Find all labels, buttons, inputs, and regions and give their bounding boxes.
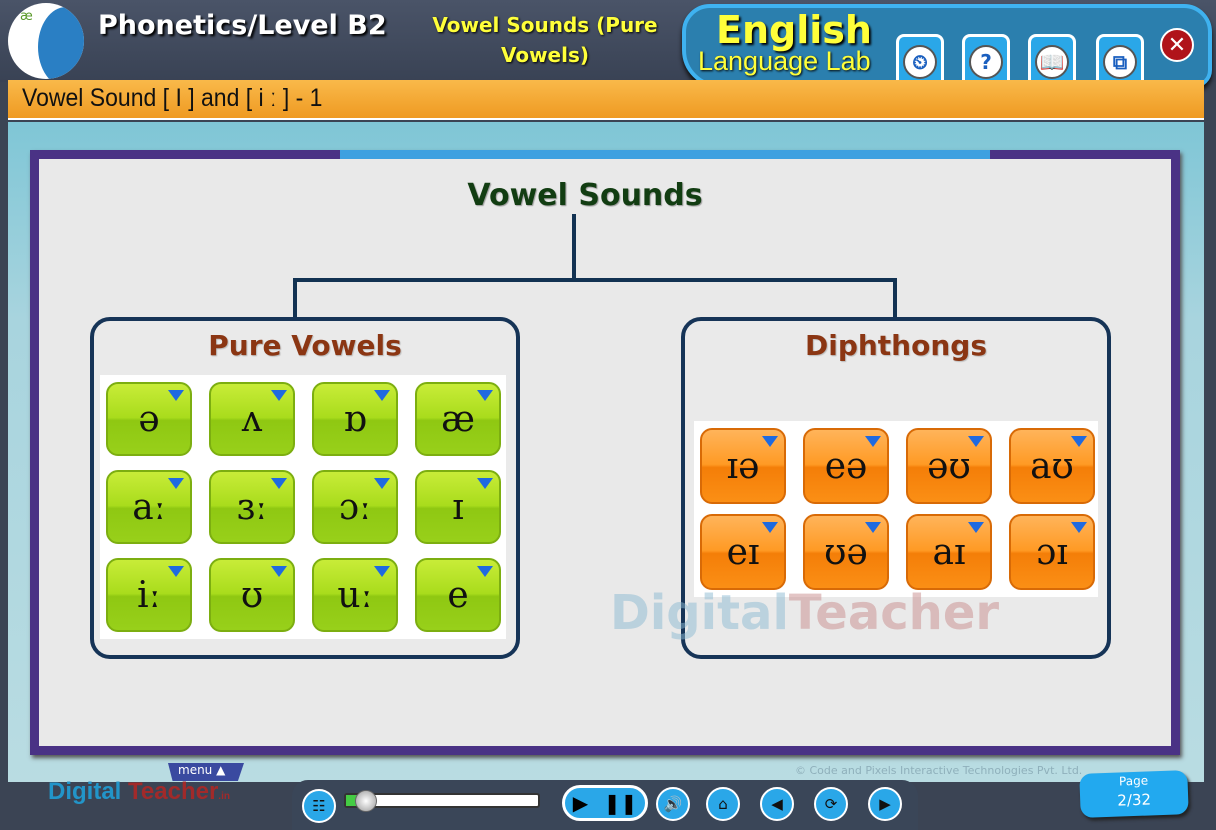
glossary-button[interactable]: 📖	[1028, 34, 1076, 86]
pure-vowel-key[interactable]: e	[415, 558, 501, 632]
lesson-title: Vowel Sound [ I ] and [ i ː ] - 1	[22, 84, 323, 112]
connector-line	[293, 278, 297, 320]
topic-title: Vowel Sounds (Pure Vowels)	[432, 13, 658, 67]
pure-vowel-key[interactable]: iː	[106, 558, 192, 632]
diphthongs-box: Diphthongs ɪə eə əʊ aʊ eɪ ʊə aɪ ɔɪ	[681, 317, 1111, 659]
lesson-bar: Vowel Sound [ I ] and [ i ː ] - 1	[8, 80, 1204, 120]
pure-vowel-key[interactable]: ʊ	[209, 558, 295, 632]
pure-vowels-box: Pure Vowels ə ʌ ɒ æ aː ɜː ɔː ɪ iː ʊ uː e	[90, 317, 520, 659]
diphthongs-grid: ɪə eə əʊ aʊ eɪ ʊə aɪ ɔɪ	[694, 421, 1098, 597]
brand-language-lab: Language Lab	[698, 46, 871, 76]
previous-button[interactable]: ◀	[760, 787, 794, 821]
phonetics-logo: æ	[8, 3, 84, 79]
pure-vowel-key[interactable]: aː	[106, 470, 192, 544]
pure-vowel-key[interactable]: ɜː	[209, 470, 295, 544]
pure-vowel-key[interactable]: ɒ	[312, 382, 398, 456]
history-button[interactable]: ⏲	[896, 34, 944, 86]
pure-vowels-title: Pure Vowels	[208, 329, 402, 362]
diphthong-key[interactable]: aɪ	[906, 514, 992, 590]
play-pause-button[interactable]: ▶ ❚❚	[562, 785, 648, 821]
play-icon: ▶	[572, 791, 589, 815]
replay-button[interactable]: ⟳	[814, 787, 848, 821]
pure-vowel-key[interactable]: ʌ	[209, 382, 295, 456]
help-icon: ?	[969, 44, 1003, 79]
resize-icon: ⧉	[1103, 44, 1137, 79]
pause-icon: ❚❚	[603, 791, 638, 815]
speaker-icon: 🔊	[663, 795, 683, 813]
connector-line	[572, 214, 576, 280]
pure-vowel-key[interactable]: ɪ	[415, 470, 501, 544]
tree-button[interactable]: ☷	[302, 789, 336, 823]
resize-button[interactable]: ⧉	[1096, 34, 1144, 86]
book-icon: 📖	[1035, 44, 1069, 79]
page-indicator: Page 2/32	[1079, 770, 1189, 818]
diphthong-key[interactable]: ɔɪ	[1009, 514, 1095, 590]
close-icon: ✕	[1167, 32, 1187, 58]
diphthong-key[interactable]: ɪə	[700, 428, 786, 504]
previous-icon: ◀	[771, 795, 783, 813]
copyright: © Code and Pixels Interactive Technologi…	[795, 764, 1085, 777]
close-button[interactable]: ✕	[1160, 28, 1194, 62]
home-button[interactable]: ⌂	[706, 787, 740, 821]
sitemap-icon: ☷	[312, 797, 326, 815]
diphthong-key[interactable]: ʊə	[803, 514, 889, 590]
pure-vowel-key[interactable]: uː	[312, 558, 398, 632]
page-number: 2/32	[1117, 790, 1152, 810]
pure-vowels-grid: ə ʌ ɒ æ aː ɜː ɔː ɪ iː ʊ uː e	[100, 375, 506, 639]
diphthong-key[interactable]: aʊ	[1009, 428, 1095, 504]
home-icon: ⌂	[718, 795, 728, 813]
progress-slider[interactable]	[344, 790, 540, 812]
pure-vowel-key[interactable]: æ	[415, 382, 501, 456]
pure-vowel-key[interactable]: ə	[106, 382, 192, 456]
menu-button[interactable]: menu ▲	[168, 763, 244, 781]
panel-accent	[340, 150, 990, 159]
diphthong-key[interactable]: eə	[803, 428, 889, 504]
digital-teacher-logo: Digital Teacher.in	[48, 778, 230, 805]
next-button[interactable]: ▶	[868, 787, 902, 821]
folder-clock-icon: ⏲	[903, 44, 937, 79]
breadcrumb: Phonetics/Level B2	[98, 10, 387, 41]
replay-icon: ⟳	[824, 795, 838, 813]
connector-line	[293, 278, 897, 282]
connector-line	[893, 278, 897, 320]
help-button[interactable]: ?	[962, 34, 1010, 86]
diphthong-key[interactable]: eɪ	[700, 514, 786, 590]
diagram-title: Vowel Sounds	[467, 178, 703, 213]
next-icon: ▶	[879, 795, 891, 813]
diphthong-key[interactable]: əʊ	[906, 428, 992, 504]
diphthongs-title: Diphthongs	[804, 329, 987, 362]
volume-button[interactable]: 🔊	[656, 787, 690, 821]
pure-vowel-key[interactable]: ɔː	[312, 470, 398, 544]
